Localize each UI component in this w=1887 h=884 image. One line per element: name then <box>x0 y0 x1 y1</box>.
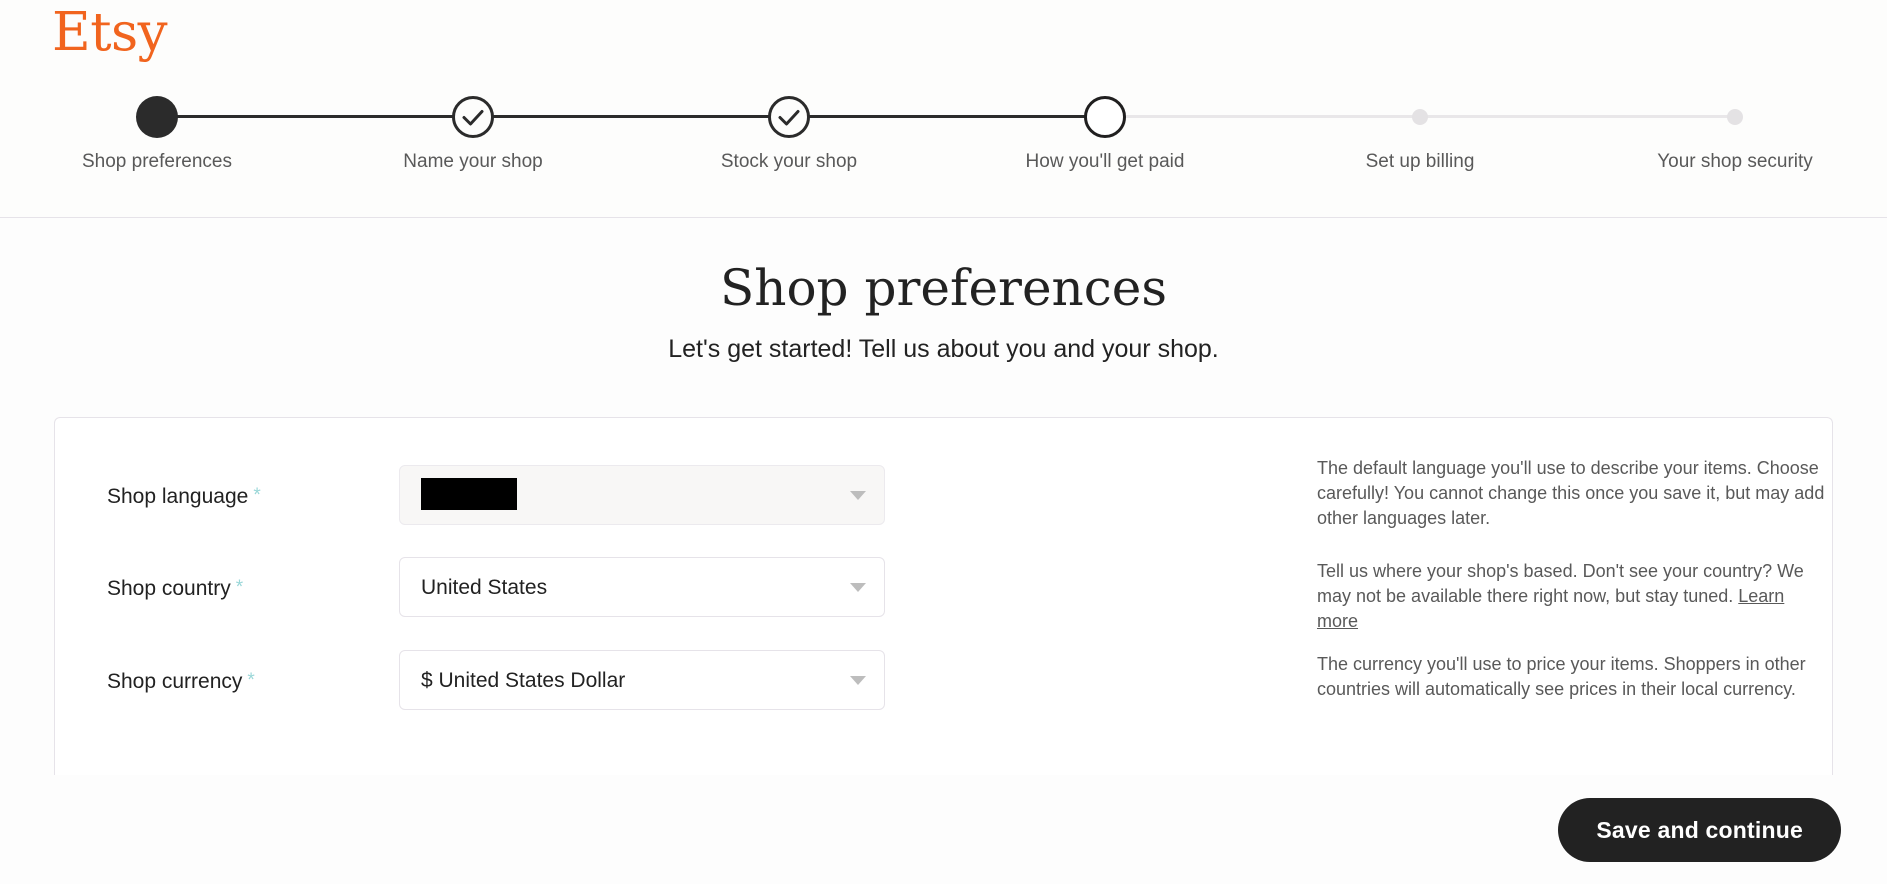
stepper-node-shop-preferences[interactable] <box>136 96 178 138</box>
field-label-text: Shop language <box>107 485 249 508</box>
stepper-label-stock-your-shop: Stock your shop <box>720 151 858 172</box>
stepper-node-your-shop-security[interactable] <box>1727 109 1743 125</box>
required-marker: * <box>253 485 261 506</box>
chevron-down-icon <box>850 491 866 500</box>
stepper-label-set-up-billing: Set up billing <box>1365 151 1475 172</box>
help-text-body: The default language you'll use to descr… <box>1317 458 1825 528</box>
field-label-shop-currency: Shop currency * <box>107 667 255 696</box>
stepper-label-how-youll-get-paid: How you'll get paid <box>1025 151 1185 172</box>
page-subtitle: Let's get started! Tell us about you and… <box>668 335 1219 363</box>
help-text-body: The currency you'll use to price your it… <box>1317 654 1806 699</box>
etsy-logo[interactable]: Etsy <box>52 6 168 59</box>
help-text-shop-language: The default language you'll use to descr… <box>1317 456 1827 531</box>
stepper-track-1 <box>157 115 473 118</box>
form-row-shop-currency: Shop currency * $ United States Dollar Th… <box>55 650 1832 742</box>
shop-country-value: United States <box>421 576 548 599</box>
field-label-text: Shop country <box>107 577 231 600</box>
footer-bar: Save and continue <box>0 775 1887 884</box>
stepper-track-5 <box>1420 115 1735 118</box>
required-marker: * <box>235 577 244 598</box>
stepper-track-4 <box>1105 115 1420 118</box>
check-icon <box>778 110 800 126</box>
redacted-value-overlay <box>421 478 517 510</box>
stepper-label-your-shop-security: Your shop security <box>1657 151 1813 172</box>
help-text-body: Tell us where your shop's based. Don't s… <box>1317 561 1804 606</box>
help-text-shop-country: Tell us where your shop's based. Don't s… <box>1317 559 1827 634</box>
chevron-down-icon <box>850 676 866 685</box>
shop-country-select[interactable]: United States <box>399 557 885 617</box>
form-row-shop-language: Shop language * The default language you'… <box>55 458 1832 557</box>
stepper-node-how-youll-get-paid[interactable] <box>1084 96 1126 138</box>
shop-language-select[interactable] <box>399 465 885 525</box>
onboarding-stepper: Shop preferences Name your shop Stock yo… <box>0 96 1887 176</box>
page-title: Shop preferences <box>720 259 1167 317</box>
shop-preferences-form-card: Shop language * The default language you'… <box>54 417 1833 775</box>
stepper-node-stock-your-shop[interactable] <box>768 96 810 138</box>
app-header: Etsy Shop preferences Name your shop Sto… <box>0 0 1887 218</box>
stepper-node-name-your-shop[interactable] <box>452 96 494 138</box>
chevron-down-icon <box>850 583 866 592</box>
stepper-label-shop-preferences: Shop preferences <box>82 151 232 172</box>
field-label-shop-language: Shop language * <box>107 482 261 511</box>
save-and-continue-button[interactable]: Save and continue <box>1558 798 1841 862</box>
stepper-label-name-your-shop: Name your shop <box>403 151 543 172</box>
shop-currency-value: $ United States Dollar <box>421 669 626 692</box>
field-label-text: Shop currency <box>107 670 243 693</box>
check-icon <box>462 110 484 126</box>
field-label-shop-country: Shop country * <box>107 574 243 603</box>
shop-currency-select[interactable]: $ United States Dollar <box>399 650 885 710</box>
required-marker: * <box>247 670 255 691</box>
stepper-node-set-up-billing[interactable] <box>1412 109 1428 125</box>
form-row-shop-country: Shop country * United States Tell us wher… <box>55 557 1832 649</box>
help-text-shop-currency: The currency you'll use to price your it… <box>1317 652 1827 702</box>
stepper-track-3 <box>789 115 1105 118</box>
stepper-track-2 <box>473 115 789 118</box>
